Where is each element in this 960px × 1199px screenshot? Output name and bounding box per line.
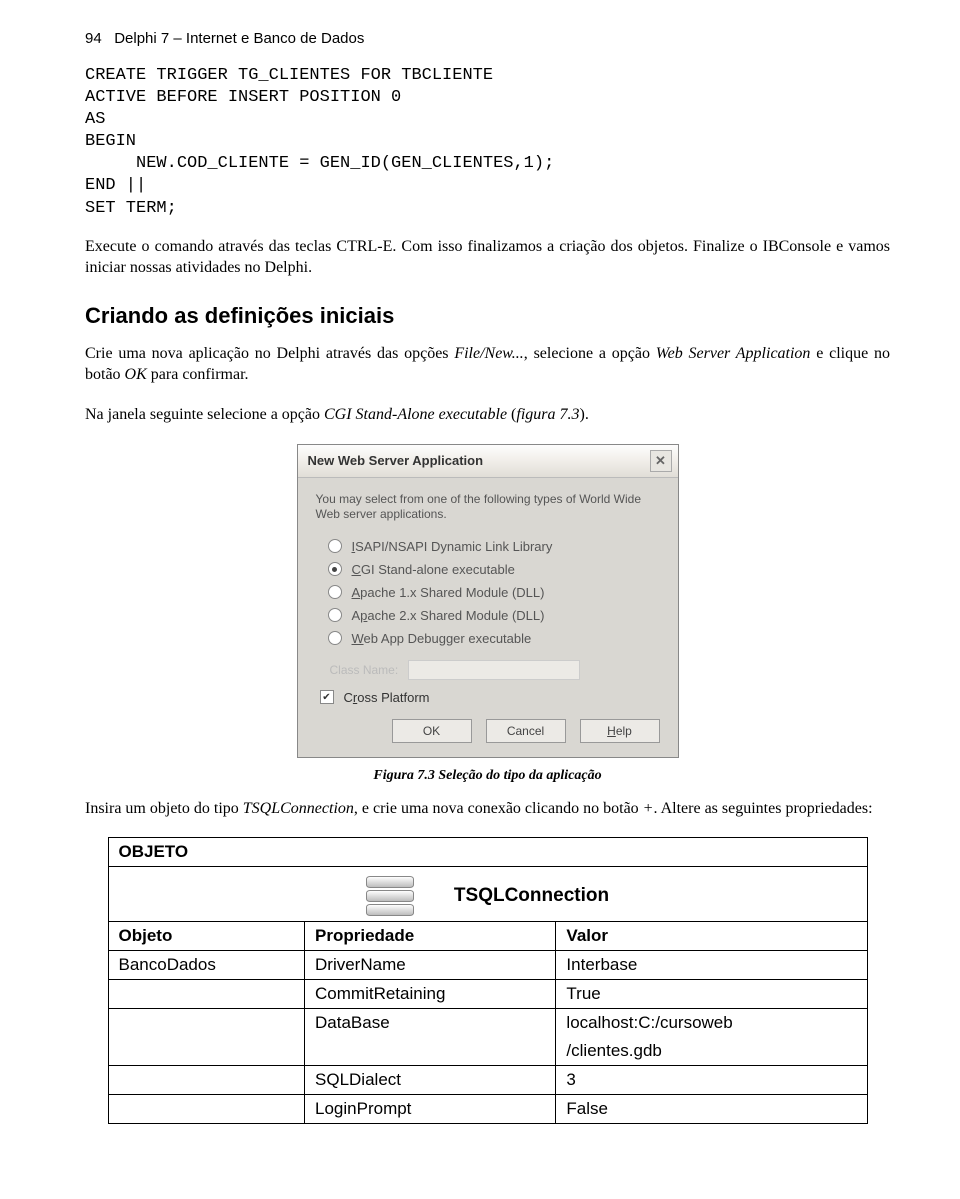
dialog-title: New Web Server Application — [308, 453, 484, 468]
radio-icon — [328, 585, 342, 599]
cancel-button[interactable]: Cancel — [486, 719, 566, 743]
close-icon[interactable]: ✕ — [650, 450, 672, 472]
paragraph-2: Crie uma nova aplicação no Delphi atravé… — [85, 343, 890, 386]
dialog-intro: You may select from one of the following… — [316, 492, 660, 523]
table-row: BancoDados DriverName Interbase — [108, 951, 867, 980]
dialog-options: ISAPI/NSAPI Dynamic Link Library CGI Sta… — [316, 539, 660, 646]
class-name-row: Class Name: — [316, 660, 660, 680]
radio-webappdebugger[interactable]: Web App Debugger executable — [328, 631, 660, 646]
radio-icon — [328, 539, 342, 553]
dialog-new-web-server-app: New Web Server Application ✕ You may sel… — [297, 444, 679, 758]
table-row: LoginPrompt False — [108, 1095, 867, 1124]
dialog-titlebar: New Web Server Application ✕ — [298, 445, 678, 478]
radio-icon — [328, 631, 342, 645]
ok-button[interactable]: OK — [392, 719, 472, 743]
radio-apache1[interactable]: Apache 1.x Shared Module (DLL) — [328, 585, 660, 600]
table-row: DataBase localhost:C:/cursoweb — [108, 1009, 867, 1038]
paragraph-3: Na janela seguinte selecione a opção CGI… — [85, 404, 890, 426]
database-icon — [366, 875, 414, 917]
tsqlconnection-label: TSQLConnection — [454, 885, 609, 907]
radio-cgi[interactable]: CGI Stand-alone executable — [328, 562, 660, 577]
table-header: OBJETO — [108, 838, 867, 867]
table-row: SQLDialect 3 — [108, 1066, 867, 1095]
class-name-input[interactable] — [408, 660, 580, 680]
radio-icon — [328, 608, 342, 622]
radio-apache2[interactable]: Apache 2.x Shared Module (DLL) — [328, 608, 660, 623]
page-header: 94 Delphi 7 – Internet e Banco de Dados — [85, 30, 890, 47]
class-name-label: Class Name: — [316, 663, 399, 677]
table-row: CommitRetaining True — [108, 980, 867, 1009]
col-valor: Valor — [556, 922, 867, 951]
section-title: Criando as definições iniciais — [85, 303, 890, 329]
book-title: Delphi 7 – Internet e Banco de Dados — [114, 30, 364, 47]
paragraph-1: Execute o comando através das teclas CTR… — [85, 236, 890, 279]
col-objeto: Objeto — [108, 922, 305, 951]
page-number: 94 — [85, 30, 102, 47]
code-block: CREATE TRIGGER TG_CLIENTES FOR TBCLIENTE… — [85, 65, 890, 220]
figure-caption: Figura 7.3 Seleção do tipo da aplicação — [85, 768, 890, 784]
properties-table: OBJETO TSQLConnection Objeto Propriedade… — [108, 837, 868, 1124]
col-propriedade: Propriedade — [305, 922, 556, 951]
cross-platform-checkbox[interactable]: ✔ Cross Platform — [316, 690, 660, 705]
paragraph-4: Insira um objeto do tipo TSQLConnection,… — [85, 798, 890, 820]
radio-isapi[interactable]: ISAPI/NSAPI Dynamic Link Library — [328, 539, 660, 554]
help-button[interactable]: Help — [580, 719, 660, 743]
checkbox-icon: ✔ — [320, 690, 334, 704]
radio-icon — [328, 562, 342, 576]
